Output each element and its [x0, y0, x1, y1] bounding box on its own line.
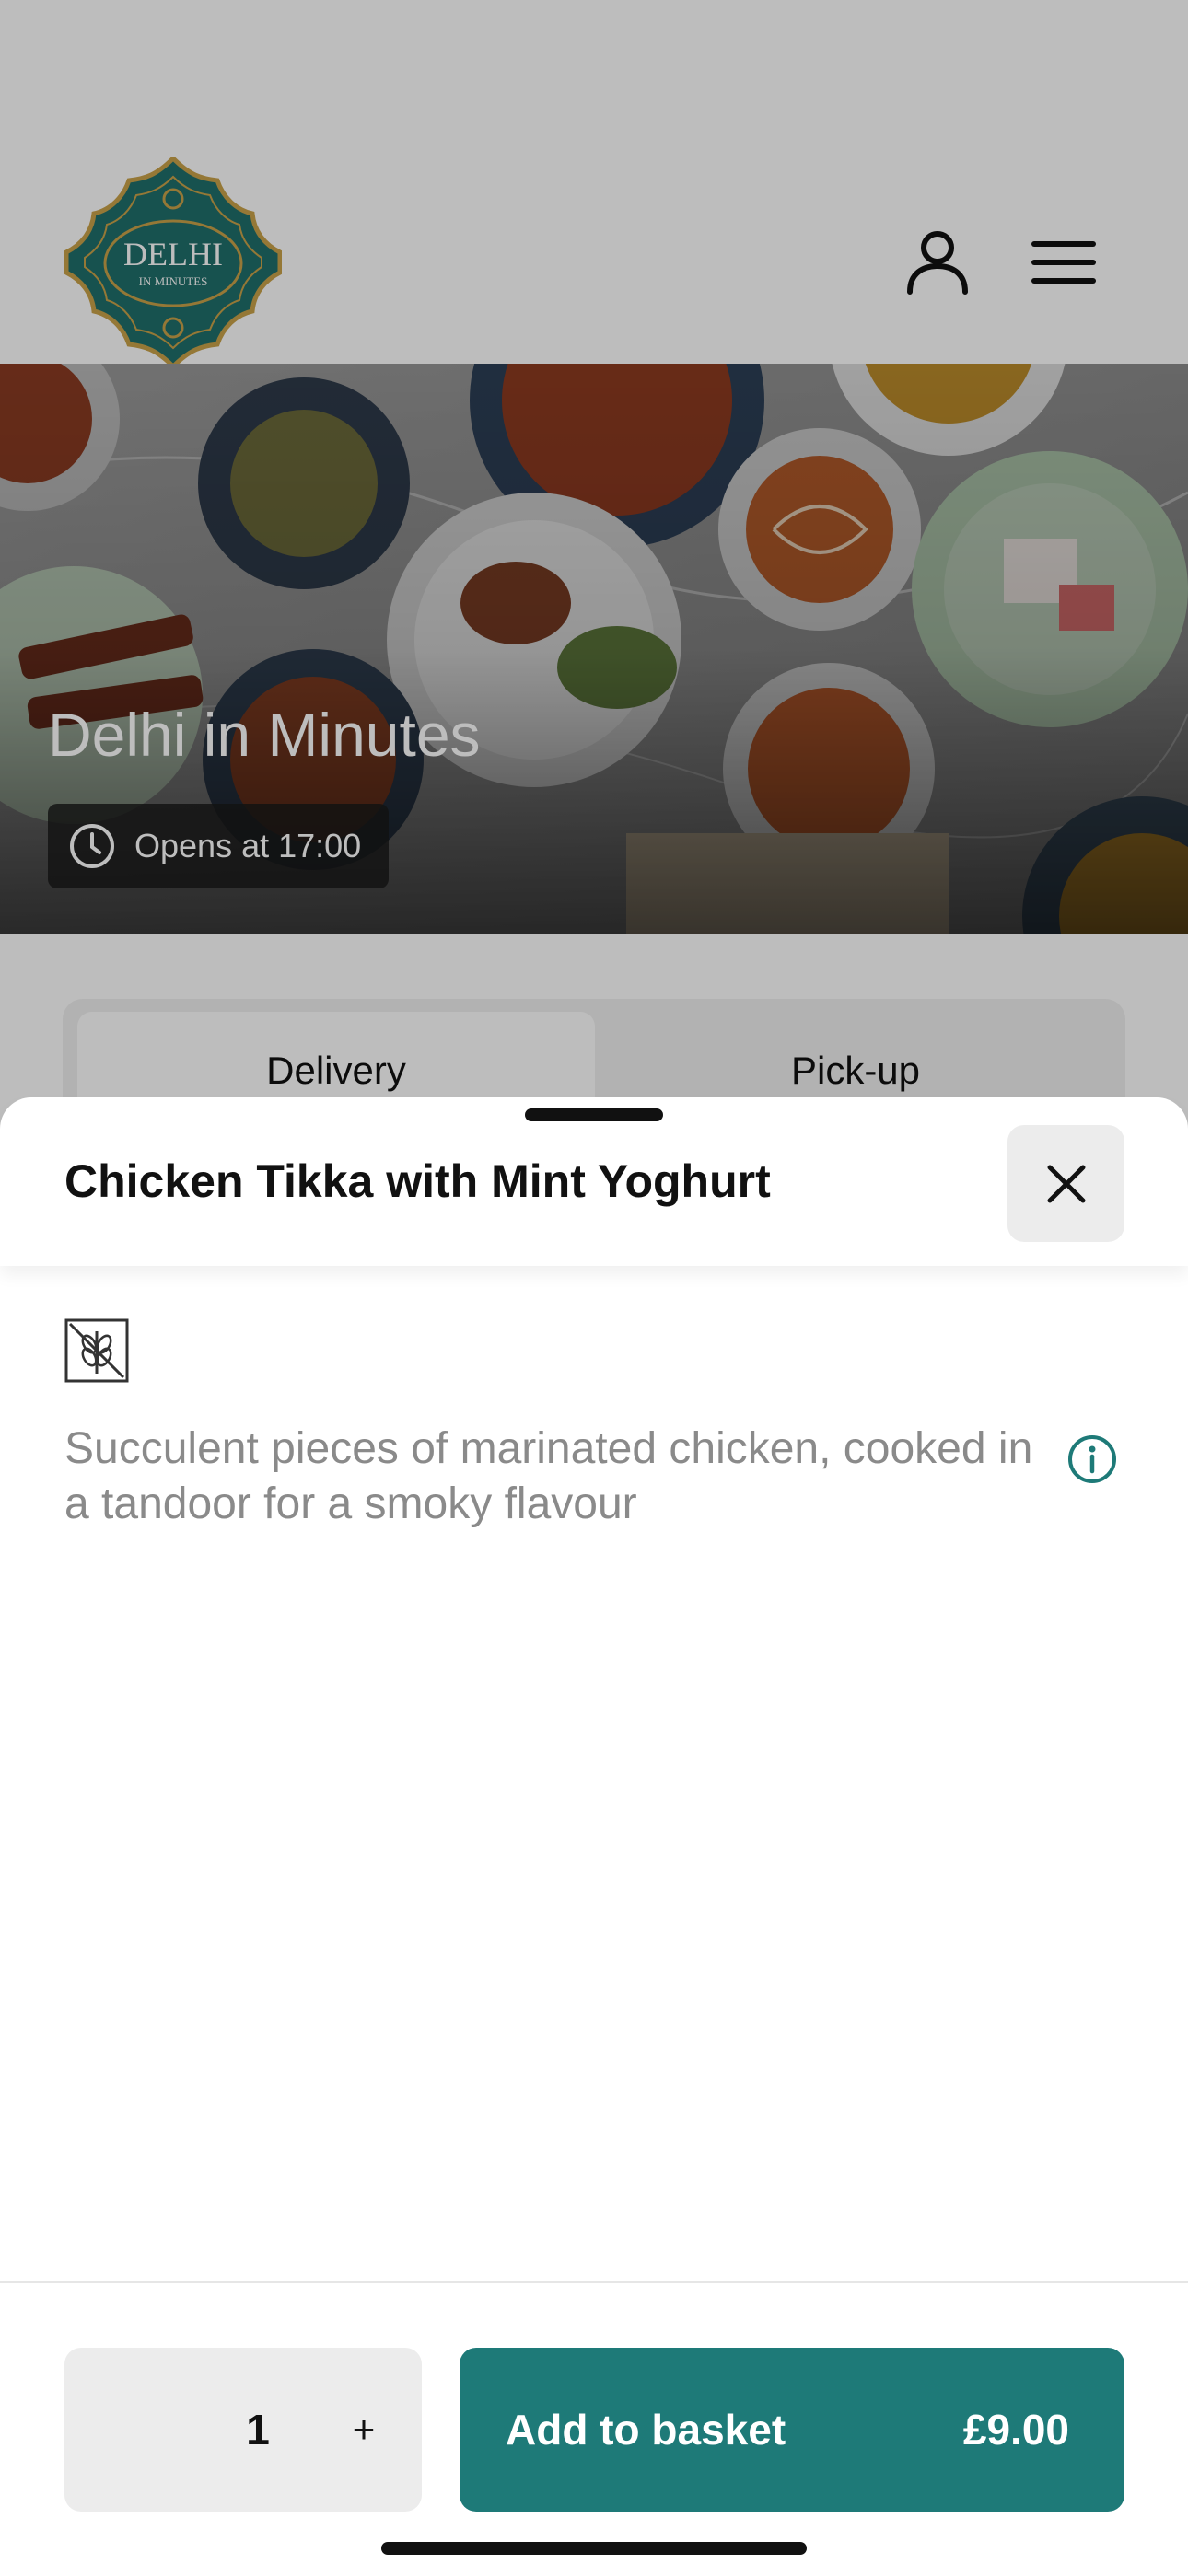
gluten-free-icon — [64, 1318, 129, 1383]
item-description: Succulent pieces of marinated chicken, c… — [64, 1424, 1033, 1528]
home-indicator — [381, 2542, 807, 2555]
item-price: £9.00 — [962, 2406, 1069, 2454]
close-icon — [1047, 1165, 1085, 1202]
item-title: Chicken Tikka with Mint Yoghurt — [64, 1155, 771, 1207]
app-screen: DELHI IN MINUTES Delhi in Minutes Opens … — [0, 0, 1188, 2576]
add-to-basket-label: Add to basket — [506, 2406, 786, 2454]
increase-quantity-button[interactable]: + — [322, 2388, 405, 2471]
sheet-footer: 1 + Add to basket £9.00 — [0, 2281, 1188, 2576]
quantity-value: 1 — [246, 2406, 270, 2454]
quantity-stepper: 1 + — [64, 2348, 422, 2512]
sheet-header: Chicken Tikka with Mint Yoghurt — [0, 1097, 1188, 1266]
sheet-drag-handle[interactable] — [525, 1108, 663, 1121]
close-button[interactable] — [1007, 1125, 1124, 1242]
info-icon[interactable] — [1066, 1433, 1118, 1485]
add-to-basket-button[interactable]: Add to basket £9.00 — [460, 2348, 1124, 2512]
